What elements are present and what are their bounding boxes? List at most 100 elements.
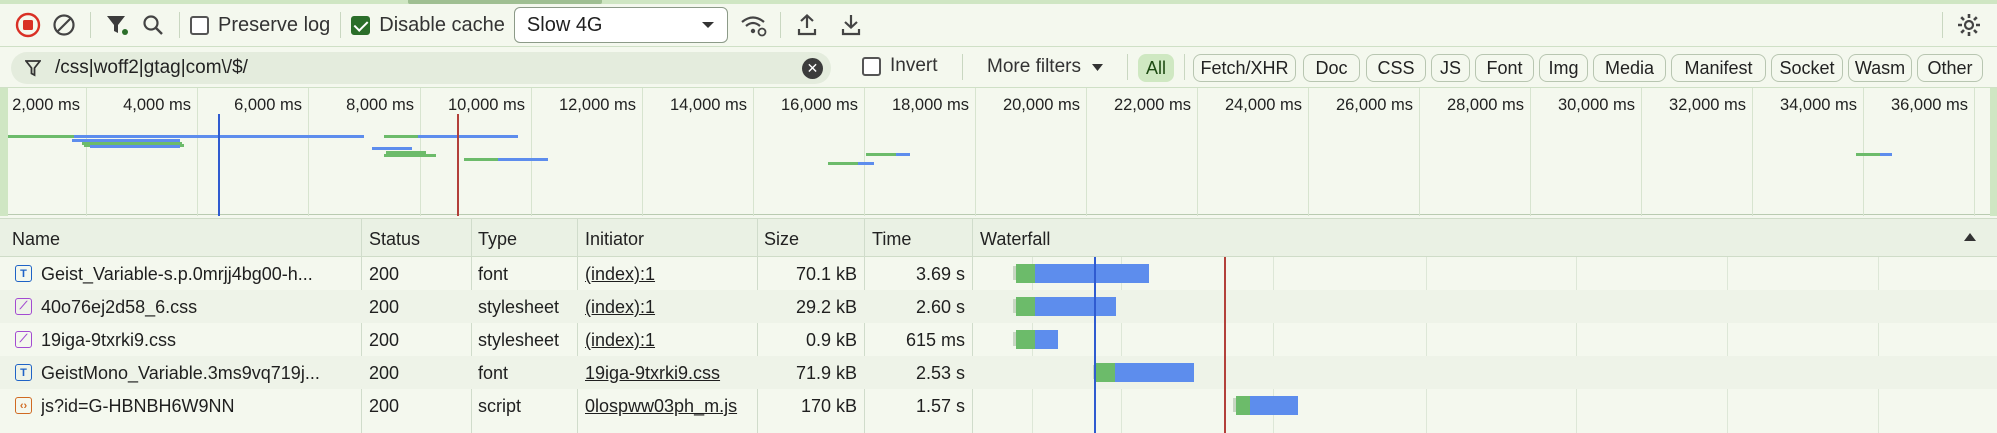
checkbox-box-checked[interactable] — [351, 15, 371, 35]
request-initiator-link[interactable]: (index):1 — [585, 264, 756, 285]
overview-tick-label: 8,000 ms — [346, 96, 414, 114]
toolbar-separator — [1942, 12, 1943, 38]
invert-label: Invert — [890, 55, 938, 76]
network-conditions-button[interactable] — [738, 9, 770, 41]
overview-tick-label: 36,000 ms — [1890, 96, 1968, 114]
type-filter-css[interactable]: CSS — [1366, 54, 1426, 82]
request-initiator-link[interactable]: (index):1 — [585, 297, 756, 318]
overview-tick-label: 16,000 ms — [780, 96, 858, 114]
overview-request-bar — [866, 153, 896, 156]
stylesheet-file-icon: ⟋ — [15, 331, 32, 348]
table-row[interactable]: T GeistMono_Variable.3ms9vq719j... 200 font… — [0, 356, 1997, 389]
column-header-time[interactable]: Time — [872, 229, 911, 250]
column-header-size[interactable]: Size — [764, 229, 799, 250]
toolbar-separator — [179, 12, 180, 38]
wifi-settings-icon — [741, 16, 767, 37]
request-time: 2.53 s — [915, 363, 965, 383]
upload-icon — [797, 14, 817, 36]
type-filter-fetch-xhr[interactable]: Fetch/XHR — [1193, 54, 1296, 82]
column-header-type[interactable]: Type — [478, 229, 517, 250]
overview-request-bar — [828, 162, 858, 165]
more-filters-dropdown[interactable]: More filters — [987, 56, 1104, 78]
request-status: 200 — [369, 330, 400, 350]
type-filter-wasm[interactable]: Wasm — [1848, 54, 1912, 82]
type-filter-other[interactable]: Other — [1917, 54, 1983, 82]
column-header-status[interactable]: Status — [369, 229, 420, 250]
toolbar-separator — [340, 12, 342, 38]
table-row[interactable]: ⟋ 40o76ej2d58_6.css 200 stylesheet (index):1… — [0, 290, 1997, 323]
type-filter-socket[interactable]: Socket — [1771, 54, 1843, 82]
request-status: 200 — [369, 264, 400, 284]
type-filter-js[interactable]: JS — [1431, 54, 1470, 82]
filter-toggle-button[interactable] — [101, 9, 133, 41]
more-filters-label: More filters — [987, 56, 1081, 77]
preserve-log-label: Preserve log — [218, 13, 331, 36]
waterfall-download-segment — [1035, 330, 1058, 349]
filter-separator — [1184, 54, 1185, 80]
overview-gridline — [197, 88, 198, 216]
checkbox-box[interactable] — [862, 56, 881, 76]
column-header-waterfall[interactable]: Waterfall — [980, 229, 1050, 250]
request-type: script — [478, 396, 522, 416]
checkbox-box[interactable] — [190, 15, 209, 35]
filter-input[interactable]: /css|woff2|gtag|com\/$/ ✕ — [11, 52, 831, 84]
import-har-button[interactable] — [791, 9, 823, 41]
overview-request-bar — [384, 154, 436, 157]
disable-cache-checkbox[interactable]: Disable cache — [351, 14, 505, 37]
overview-request-bar — [464, 158, 498, 161]
overview-gridline — [1863, 88, 1864, 216]
table-row[interactable]: T Geist_Variable-s.p.0mrjj4bg00-h... 200 fo… — [0, 257, 1997, 290]
clear-log-button[interactable] — [48, 9, 80, 41]
type-filter-all[interactable]: All — [1138, 54, 1174, 82]
invert-checkbox[interactable]: Invert — [862, 55, 938, 77]
network-settings-button[interactable] — [1953, 9, 1985, 41]
request-initiator-link[interactable]: 19iga-9txrki9.css — [585, 363, 756, 384]
overview-gridline — [1086, 88, 1087, 216]
waterfall-waiting-segment — [1236, 396, 1250, 415]
request-time: 2.60 s — [915, 297, 965, 317]
clear-filter-icon[interactable]: ✕ — [802, 58, 823, 79]
dom-content-loaded-marker — [1094, 257, 1096, 433]
overview-request-bar — [384, 135, 418, 138]
stop-recording-button[interactable] — [12, 9, 44, 41]
search-button[interactable] — [137, 9, 169, 41]
column-header-name[interactable]: Name — [12, 229, 60, 250]
request-name[interactable]: 40o76ej2d58_6.css — [41, 297, 351, 318]
table-row[interactable]: ‹› js?id=G-HBNBH6W9NN 200 script 0lospww03ph… — [0, 389, 1997, 422]
throttling-value: Slow 4G — [526, 13, 603, 36]
overview-gridline — [642, 88, 643, 216]
type-filter-media[interactable]: Media — [1593, 54, 1666, 82]
waterfall-waiting-segment — [1016, 330, 1035, 349]
request-initiator-link[interactable]: 0lospww03ph_m.js — [585, 396, 755, 417]
overview-tick-label: 18,000 ms — [891, 96, 969, 114]
overview-tick-label: 24,000 ms — [1224, 96, 1302, 114]
preserve-log-checkbox[interactable]: Preserve log — [190, 14, 330, 37]
toolbar-separator — [779, 12, 781, 38]
type-filter-doc[interactable]: Doc — [1303, 54, 1360, 82]
type-filter-manifest[interactable]: Manifest — [1671, 54, 1766, 82]
overview-request-bar — [1880, 153, 1892, 156]
table-row[interactable]: ⟋ 19iga-9txrki9.css 200 stylesheet (index):1… — [0, 323, 1997, 356]
overview-tick-label: 10,000 ms — [447, 96, 525, 114]
column-header-initiator[interactable]: Initiator — [585, 229, 644, 250]
export-har-button[interactable] — [835, 9, 867, 41]
request-name[interactable]: Geist_Variable-s.p.0mrjj4bg00-h... — [41, 264, 351, 285]
load-event-marker — [1224, 257, 1226, 433]
overview-gridline — [864, 88, 865, 216]
caret-down-icon — [1091, 63, 1103, 71]
request-type: stylesheet — [478, 330, 560, 350]
filter-funnel-icon — [25, 60, 41, 77]
type-filter-img[interactable]: Img — [1539, 54, 1588, 82]
overview-right-handle[interactable] — [1990, 88, 1997, 216]
network-overview-timeline[interactable]: 2,000 ms 4,000 ms 6,000 ms 8,000 ms 10,000 m… — [0, 87, 1997, 216]
request-name[interactable]: 19iga-9txrki9.css — [41, 330, 351, 351]
throttling-select[interactable]: Slow 4G — [513, 7, 728, 43]
overview-tick-label: 12,000 ms — [558, 96, 636, 114]
request-name[interactable]: js?id=G-HBNBH6W9NN — [41, 396, 351, 417]
type-filter-font[interactable]: Font — [1475, 54, 1534, 82]
overview-gridline — [975, 88, 976, 216]
sort-ascending-icon[interactable] — [1963, 232, 1977, 242]
request-initiator-link[interactable]: (index):1 — [585, 330, 756, 351]
waterfall-waiting-segment — [1016, 264, 1035, 283]
request-name[interactable]: GeistMono_Variable.3ms9vq719j... — [41, 363, 351, 384]
